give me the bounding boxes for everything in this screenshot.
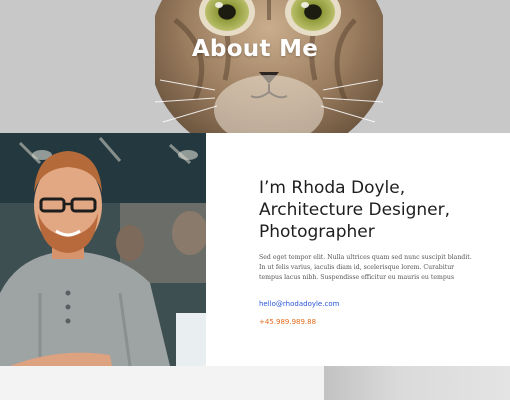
about-bio: Sed eget tempor elit. Nulla ultrices qua… (259, 254, 472, 281)
profile-photo (0, 133, 206, 366)
next-section-image (324, 366, 510, 400)
cat-photo (155, 0, 383, 133)
about-info: I’m Rhoda Doyle, Architecture Designer, … (259, 177, 489, 326)
hero-banner: About Me (0, 0, 510, 133)
about-section: I’m Rhoda Doyle, Architecture Designer, … (0, 133, 510, 366)
about-headline: I’m Rhoda Doyle, Architecture Designer, … (259, 178, 451, 242)
email-link[interactable]: hello@rhodadoyle.com (259, 300, 339, 308)
next-section-background (0, 366, 324, 400)
page-title: About Me (191, 36, 319, 62)
phone-link[interactable]: +45.989.989.88 (259, 318, 489, 326)
